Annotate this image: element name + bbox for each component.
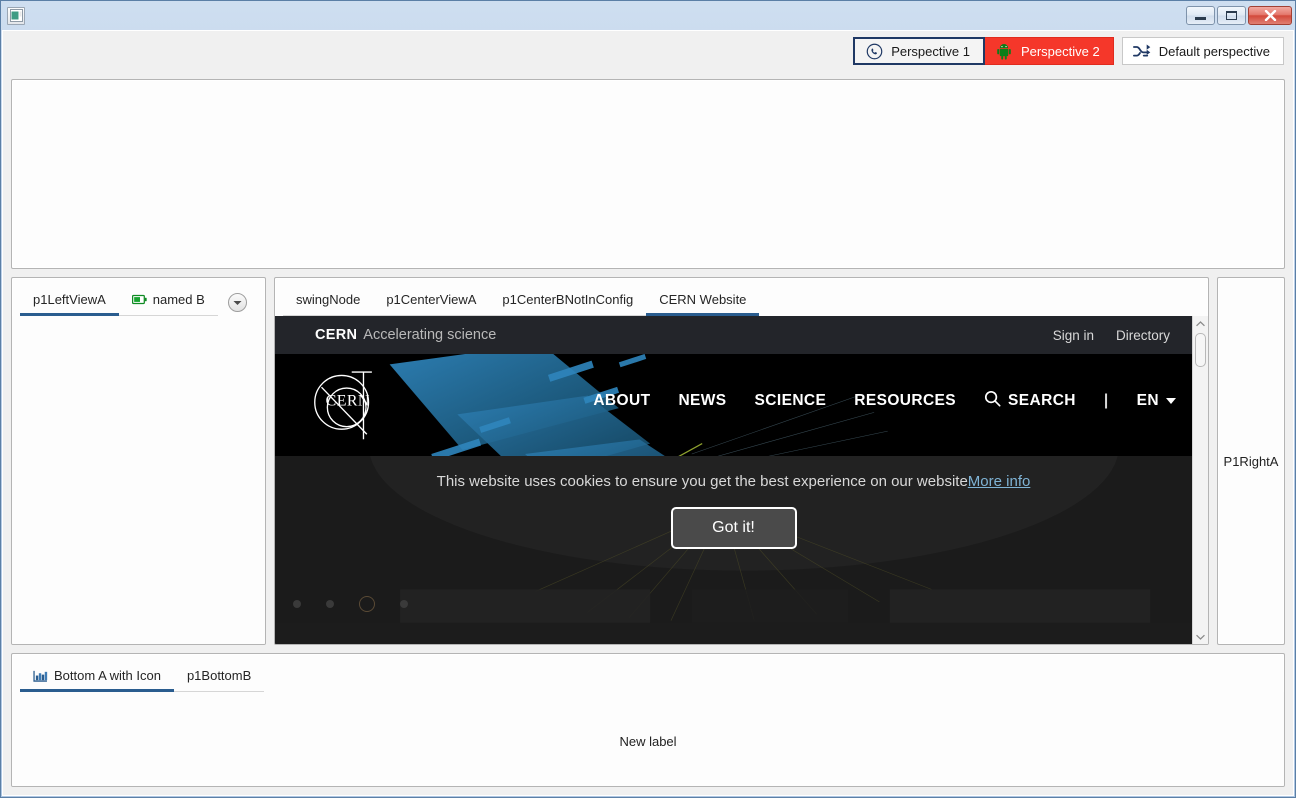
perspective-button-group: Perspective 1 Perspective 2 Default pers… [853, 37, 1284, 65]
scrollbar-thumb[interactable] [1195, 333, 1206, 367]
left-dock-pane: p1LeftViewA named B [11, 277, 266, 645]
bottom-tabpane: Bottom A with Icon p1BottomB New label [12, 654, 1284, 786]
perspective-2-label: Perspective 2 [1020, 43, 1100, 59]
window-titlebar [1, 1, 1295, 30]
left-tabpane: p1LeftViewA named B [12, 278, 265, 644]
search-icon [984, 390, 1001, 412]
scroll-up-arrow-icon[interactable] [1193, 316, 1208, 331]
app-window-icon [7, 6, 25, 25]
cookie-message-text: This website uses cookies to ensure you … [436, 473, 968, 490]
tab-named-b-label: named B [152, 292, 205, 307]
tab-cern-website-label: CERN Website [659, 292, 747, 307]
cern-brand: CERN [315, 327, 358, 343]
chevron-down-icon [1166, 398, 1176, 404]
cern-top-links: Sign in Directory [1053, 328, 1170, 343]
dock-root: p1LeftViewA named B swingNode p1CenterVi… [3, 71, 1293, 795]
cookie-banner-region: This website uses cookies to ensure you … [275, 456, 1192, 644]
shuffle-icon [1132, 42, 1151, 60]
tab-p1leftviewa-label: p1LeftViewA [33, 292, 106, 307]
cookie-accept-label: Got it! [712, 519, 755, 536]
cookie-more-info-link[interactable]: More info [968, 473, 1031, 490]
carousel-dot-1[interactable] [293, 600, 301, 608]
carousel-dot-3-active[interactable] [359, 596, 375, 612]
nav-science[interactable]: SCIENCE [755, 392, 827, 410]
carousel-dots [293, 596, 408, 612]
left-tab-header: p1LeftViewA named B [12, 278, 265, 316]
browser-canvas: CERN Accelerating science Sign in Direct… [275, 316, 1192, 644]
tab-swingnode[interactable]: swingNode [283, 286, 374, 316]
window-client-area: Perspective 1 Perspective 2 Default pers… [2, 30, 1294, 796]
tab-named-b[interactable]: named B [118, 286, 218, 316]
bottom-content-label: New label [619, 734, 677, 749]
cookie-accept-button[interactable]: Got it! [670, 507, 797, 549]
perspective-1-button[interactable]: Perspective 1 [853, 37, 985, 65]
tab-p1centerbnotinconfig[interactable]: p1CenterBNotInConfig [489, 286, 647, 316]
scroll-down-arrow-icon[interactable] [1193, 629, 1208, 644]
cern-topbar: CERN Accelerating science Sign in Direct… [275, 316, 1192, 354]
empty-top-pane[interactable] [11, 79, 1285, 269]
center-tab-header: swingNode p1CenterViewA p1CenterBNotInCo… [275, 278, 1208, 316]
nav-news[interactable]: NEWS [678, 392, 726, 410]
minimize-button[interactable] [1186, 6, 1215, 25]
tab-cern-website[interactable]: CERN Website [646, 286, 760, 316]
tab-bottom-a-with-icon[interactable]: Bottom A with Icon [20, 662, 174, 692]
tab-p1bottomb[interactable]: p1BottomB [173, 662, 265, 692]
left-tab-content [12, 316, 265, 644]
cookie-message: This website uses cookies to ensure you … [275, 456, 1192, 490]
default-perspective-label: Default perspective [1158, 43, 1270, 59]
embedded-browser: CERN Accelerating science Sign in Direct… [275, 316, 1208, 644]
perspective-toolbar: Perspective 1 Perspective 2 Default pers… [3, 31, 1293, 71]
perspective-1-label: Perspective 1 [891, 43, 970, 59]
nav-separator: | [1103, 392, 1109, 409]
carousel-dot-2[interactable] [326, 600, 334, 608]
chevron-down-circle-icon[interactable] [227, 293, 247, 312]
close-button[interactable] [1248, 6, 1292, 25]
browser-vertical-scrollbar[interactable] [1192, 316, 1208, 644]
whatsapp-circle-icon [865, 42, 883, 60]
right-pane-label: P1RightA [1223, 453, 1279, 469]
maximize-button[interactable] [1217, 6, 1246, 25]
center-dock-pane: swingNode p1CenterViewA p1CenterBNotInCo… [274, 277, 1209, 645]
sign-in-link[interactable]: Sign in [1053, 328, 1094, 343]
right-dock-pane[interactable]: P1RightA [1217, 277, 1285, 645]
cern-logo-icon: CERN [314, 371, 372, 440]
dock-middle-row: p1LeftViewA named B swingNode p1CenterVi… [11, 277, 1285, 645]
left-tab-content-label [12, 316, 265, 644]
cern-brand-tagline: Accelerating science [363, 327, 497, 343]
nav-language-selector[interactable]: EN [1137, 392, 1176, 410]
bar-chart-icon [33, 670, 48, 682]
nav-about[interactable]: ABOUT [593, 392, 650, 410]
perspective-2-button[interactable]: Perspective 2 [983, 37, 1114, 65]
tab-bottom-a-label: Bottom A with Icon [54, 668, 161, 683]
application-window: Perspective 1 Perspective 2 Default pers… [0, 0, 1296, 798]
bottom-tab-header: Bottom A with Icon p1BottomB [12, 654, 1284, 692]
tab-p1bottomb-label: p1BottomB [186, 668, 252, 683]
svg-text:CERN: CERN [326, 393, 370, 410]
tab-swingnode-label: swingNode [296, 292, 361, 307]
center-tab-content: CERN Accelerating science Sign in Direct… [275, 316, 1208, 644]
bottom-tab-content: New label [12, 692, 1284, 786]
scrollbar-track[interactable] [1193, 331, 1208, 629]
nav-search-button[interactable]: SEARCH [984, 390, 1076, 412]
map-pin-marker-icon [1162, 324, 1168, 368]
tab-p1centerviewa[interactable]: p1CenterViewA [373, 286, 490, 316]
center-tabpane: swingNode p1CenterViewA p1CenterBNotInCo… [275, 278, 1208, 644]
android-robot-icon [995, 42, 1013, 60]
empty-top-pane-content [12, 80, 1284, 268]
cern-main-nav: ABOUT NEWS SCIENCE RESOURCES SEARCH | EN [593, 390, 1176, 412]
nav-resources[interactable]: RESOURCES [854, 392, 956, 410]
nav-language-label: EN [1136, 392, 1159, 409]
battery-icon [131, 294, 147, 306]
tab-p1centerviewa-label: p1CenterViewA [386, 292, 477, 307]
bottom-dock-pane: Bottom A with Icon p1BottomB New label [11, 653, 1285, 787]
tab-p1leftviewa[interactable]: p1LeftViewA [20, 286, 119, 316]
default-perspective-button[interactable]: Default perspective [1121, 37, 1284, 65]
carousel-dot-4[interactable] [400, 600, 408, 608]
tab-p1centerbnotinconfig-label: p1CenterBNotInConfig [502, 292, 634, 307]
nav-search-label: SEARCH [1008, 392, 1076, 409]
window-controls [1186, 6, 1292, 25]
